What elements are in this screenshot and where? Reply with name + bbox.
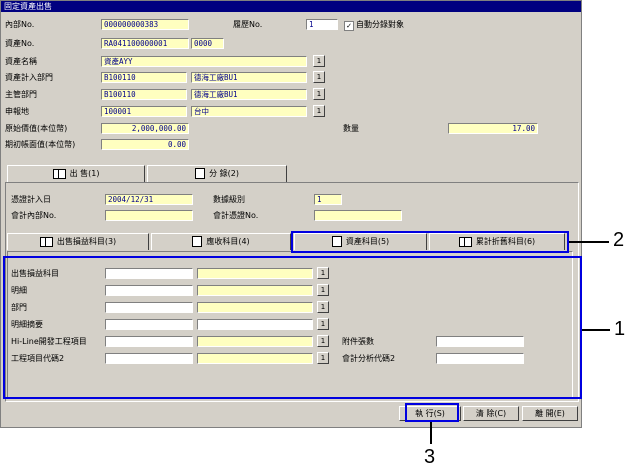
callout-1-highlight (3, 256, 582, 399)
document-icon (192, 236, 203, 247)
auto-split-label: 自動分錄對象 (356, 20, 404, 29)
callout-1-number: 1 (614, 318, 626, 340)
acct-internal-no-field (105, 210, 193, 221)
quantity-label: 數量 (343, 124, 359, 133)
callout-2-highlight (291, 231, 569, 253)
asset-dept-lookup-button[interactable]: 1 (313, 71, 325, 83)
internal-no-label: 內部No. (5, 20, 35, 29)
callout-2-number: 2 (613, 229, 625, 251)
asset-name-lookup-button[interactable]: 1 (313, 55, 325, 67)
clear-button[interactable]: 清 除(C) (463, 406, 519, 421)
report-place-code-field[interactable]: 100001 (101, 106, 187, 117)
acct-internal-no-label: 會計內部No. (11, 211, 57, 220)
tab-sale-gain-loss-account[interactable]: 出售損益科目(3) (7, 233, 149, 250)
asset-sub-no-field[interactable]: 0000 (191, 38, 224, 49)
asset-dept-label: 資產計入部門 (5, 73, 53, 82)
voucher-date-label: 憑證計入日 (11, 195, 51, 204)
asset-dept-code-field[interactable]: B100110 (101, 72, 187, 83)
asset-no-label: 資產No. (5, 39, 35, 48)
document-icon (195, 168, 206, 179)
history-no-label: 履歷No. (233, 20, 263, 29)
tab-sale-label: 出 售(1) (69, 169, 100, 178)
tab-journal[interactable]: 分 錄(2) (147, 165, 287, 182)
callout-3-leader (430, 422, 432, 444)
auto-split-checkbox[interactable]: ✓ (344, 21, 354, 31)
report-place-name-field: 台中 (191, 106, 307, 117)
tab-receivable-account[interactable]: 應收科目(4) (151, 233, 291, 250)
acct-voucher-no-label: 會計憑證No. (213, 211, 259, 220)
main-dept-lookup-button[interactable]: 1 (313, 88, 325, 100)
callout-2-leader (569, 241, 609, 243)
main-dept-name-field: 德海工廠BU1 (191, 89, 307, 100)
tab-sale[interactable]: 出 售(1) (7, 165, 145, 182)
close-button[interactable]: 離 開(E) (522, 406, 578, 421)
window-title: 固定資產出售 (1, 1, 581, 12)
callout-3-number: 3 (424, 446, 436, 468)
acct-voucher-no-field (314, 210, 402, 221)
report-place-label: 申報地 (5, 107, 29, 116)
tab-sale-gain-loss-label: 出售損益科目(3) (56, 237, 117, 246)
main-dept-code-field[interactable]: B100110 (101, 89, 187, 100)
book-icon (52, 168, 66, 179)
opening-book-field: 0.00 (101, 139, 189, 150)
callout-1-leader (582, 329, 610, 331)
report-place-lookup-button[interactable]: 1 (313, 105, 325, 117)
opening-book-label: 期初帳面值(本位幣) (5, 140, 76, 149)
asset-no-field[interactable]: RA041100000001 (101, 38, 189, 49)
voucher-date-field[interactable]: 2004/12/31 (105, 194, 193, 205)
history-no-field[interactable]: 1 (306, 19, 338, 30)
tab-journal-label: 分 錄(2) (209, 169, 239, 178)
orig-value-field: 2,000,000.00 (101, 123, 189, 134)
main-dept-label: 主管部門 (5, 90, 37, 99)
asset-name-field[interactable]: 資產AYY (101, 56, 307, 67)
quantity-field: 17.00 (448, 123, 538, 134)
internal-no-field[interactable]: 000000000383 (101, 19, 189, 30)
callout-3-highlight (405, 403, 459, 422)
orig-value-label: 原始價值(本位幣) (5, 124, 68, 133)
asset-dept-name-field: 德海工廠BU1 (191, 72, 307, 83)
data-level-label: 數據級別 (213, 195, 245, 204)
tab-receivable-label: 應收科目(4) (206, 237, 250, 246)
data-level-field[interactable]: 1 (314, 194, 342, 205)
asset-name-label: 資產名稱 (5, 57, 37, 66)
book-icon (39, 236, 53, 247)
